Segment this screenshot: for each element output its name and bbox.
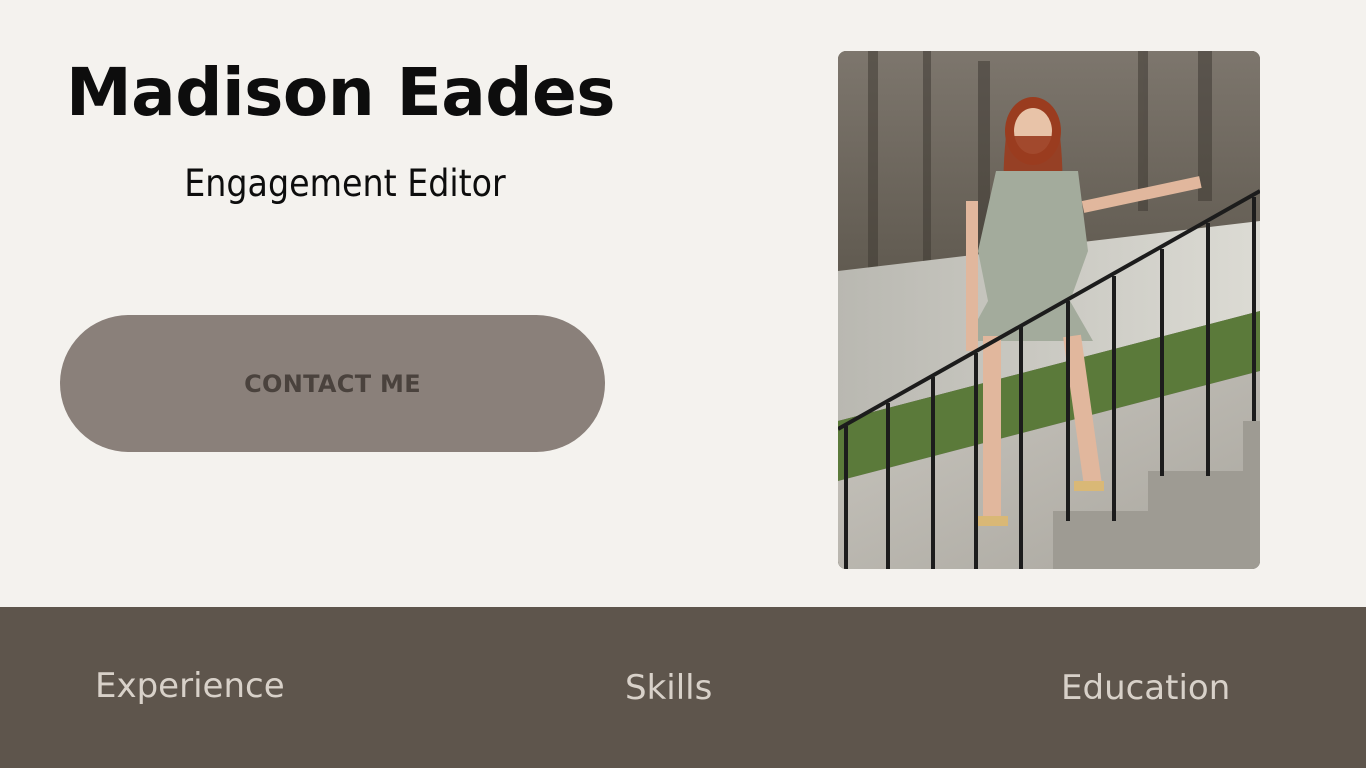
profile-photo-image [838,51,1260,569]
portfolio-page: Madison Eades Engagement Editor CONTACT … [0,0,1366,768]
nav-education-link[interactable]: Education [1061,666,1230,710]
nav-skills-link[interactable]: Skills [625,666,712,710]
profile-photo [838,51,1260,569]
profile-name: Madison Eades [66,54,616,131]
profile-role: Engagement Editor [184,162,506,205]
nav-experience-link[interactable]: Experience [95,664,285,708]
contact-me-label: CONTACT ME [244,369,421,398]
contact-me-button[interactable]: CONTACT ME [60,315,605,452]
